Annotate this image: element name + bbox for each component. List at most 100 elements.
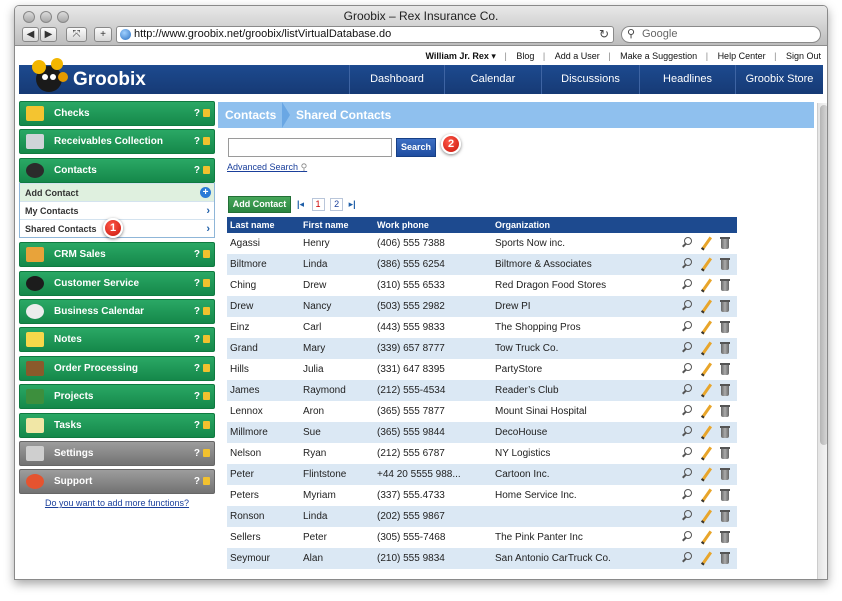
page-1-link[interactable]: 1 (311, 198, 325, 211)
delete-icon[interactable] (719, 404, 731, 418)
view-icon[interactable] (681, 299, 693, 313)
view-icon[interactable] (681, 320, 693, 334)
view-icon[interactable] (681, 341, 693, 355)
table-row[interactable]: Sellers Peter (305) 555-7468 The Pink Pante… (227, 527, 737, 548)
delete-icon[interactable] (719, 467, 731, 481)
help-icon[interactable]: ? (194, 414, 200, 437)
table-row[interactable]: Millmore Sue (365) 555 9844 DecoHouse (227, 422, 737, 443)
sidebar-item-order-processing[interactable]: Order Processing ? (19, 355, 215, 381)
delete-icon[interactable] (719, 257, 731, 271)
view-icon[interactable] (681, 404, 693, 418)
sidebar-item-projects[interactable]: Projects ? (19, 384, 215, 410)
table-row[interactable]: Seymour Alan (210) 555 9834 San Antonio Car… (227, 548, 737, 569)
add-bookmark-button[interactable]: + (94, 27, 112, 42)
view-icon[interactable] (681, 278, 693, 292)
table-row[interactable]: Biltmore Linda (386) 555 6254 Biltmore & As… (227, 254, 737, 275)
nav-tab-groobix-store[interactable]: Groobix Store (735, 65, 823, 94)
search-button[interactable]: Search (396, 138, 436, 157)
delete-icon[interactable] (719, 320, 731, 334)
scrollbar-thumb[interactable] (820, 105, 827, 445)
delete-icon[interactable] (719, 488, 731, 502)
view-icon[interactable] (681, 236, 693, 250)
advanced-search-link[interactable]: Advanced Search ⚲ (227, 162, 307, 173)
blog-link[interactable]: Blog (516, 51, 534, 61)
make-suggestion-link[interactable]: Make a Suggestion (620, 51, 697, 61)
edit-icon[interactable] (700, 530, 712, 544)
vertical-scrollbar[interactable] (817, 103, 827, 579)
delete-icon[interactable] (719, 341, 731, 355)
edit-icon[interactable] (700, 425, 712, 439)
add-contact-button[interactable]: Add Contact (228, 196, 291, 213)
table-row[interactable]: Ching Drew (310) 555 6533 Red Dragon Food S… (227, 275, 737, 296)
sidebar-item-business-calendar[interactable]: Business Calendar ? (19, 298, 215, 324)
table-row[interactable]: Ronson Linda (202) 555 9867 (227, 506, 737, 527)
edit-icon[interactable] (700, 404, 712, 418)
sidebar-item-notes[interactable]: Notes ? (19, 327, 215, 353)
view-icon[interactable] (681, 383, 693, 397)
edit-icon[interactable] (700, 488, 712, 502)
add-more-functions-link[interactable]: Do you want to add more functions? (19, 498, 215, 508)
edit-icon[interactable] (700, 320, 712, 334)
delete-icon[interactable] (719, 383, 731, 397)
sidebar-item-customer-service[interactable]: Customer Service ? (19, 270, 215, 296)
last-page-icon[interactable]: ▸| (349, 199, 356, 210)
nav-tab-discussions[interactable]: Discussions (541, 65, 639, 94)
edit-icon[interactable] (700, 551, 712, 565)
nav-tab-headlines[interactable]: Headlines (639, 65, 735, 94)
submenu-my-contacts[interactable]: My Contacts › (20, 201, 214, 219)
delete-icon[interactable] (719, 278, 731, 292)
forward-button[interactable]: ▶ (40, 27, 57, 42)
view-icon[interactable] (681, 530, 693, 544)
first-page-icon[interactable]: |◂ (297, 199, 304, 210)
help-icon[interactable]: ? (194, 102, 200, 125)
sidebar-item-settings[interactable]: Settings ? (19, 440, 215, 466)
edit-icon[interactable] (700, 278, 712, 292)
logo-text[interactable]: Groobix (73, 69, 146, 91)
delete-icon[interactable] (719, 299, 731, 313)
help-icon[interactable]: ? (194, 328, 200, 351)
table-row[interactable]: Hills Julia (331) 647 8395 PartyStore (227, 359, 737, 380)
table-row[interactable]: Drew Nancy (503) 555 2982 Drew PI (227, 296, 737, 317)
view-icon[interactable] (681, 446, 693, 460)
view-icon[interactable] (681, 362, 693, 376)
help-icon[interactable]: ? (194, 130, 200, 153)
address-bar[interactable]: http://www.groobix.net/groobix/listVirtu… (116, 26, 614, 43)
delete-icon[interactable] (719, 530, 731, 544)
help-icon[interactable]: ? (194, 300, 200, 323)
nav-tab-dashboard[interactable]: Dashboard (349, 65, 444, 94)
sidebar-item-crm-sales[interactable]: CRM Sales ? (19, 242, 215, 268)
sidebar-item-tasks[interactable]: Tasks ? (19, 412, 215, 438)
edit-icon[interactable] (700, 341, 712, 355)
delete-icon[interactable] (719, 362, 731, 376)
view-icon[interactable] (681, 257, 693, 271)
help-icon[interactable]: ? (194, 243, 200, 266)
delete-icon[interactable] (719, 236, 731, 250)
delete-icon[interactable] (719, 509, 731, 523)
nav-tab-calendar[interactable]: Calendar (444, 65, 541, 94)
edit-icon[interactable] (700, 236, 712, 250)
table-row[interactable]: Peters Myriam (337) 555.4733 Home Service I… (227, 485, 737, 506)
table-row[interactable]: Peter Flintstone +44 20 5555 988... Cartoon… (227, 464, 737, 485)
edit-icon[interactable] (700, 299, 712, 313)
view-icon[interactable] (681, 488, 693, 502)
column-header-first-name[interactable]: First name (303, 217, 375, 233)
delete-icon[interactable] (719, 425, 731, 439)
sidebar-item-contacts[interactable]: Contacts ? (19, 157, 215, 183)
edit-icon[interactable] (700, 362, 712, 376)
help-icon[interactable]: ? (194, 159, 200, 182)
view-icon[interactable] (681, 509, 693, 523)
breadcrumb-contacts[interactable]: Contacts (225, 102, 276, 128)
edit-icon[interactable] (700, 383, 712, 397)
add-icon[interactable]: + (200, 187, 211, 199)
table-row[interactable]: Lennox Aron (365) 555 7877 Mount Sinai Hosp… (227, 401, 737, 422)
delete-icon[interactable] (719, 446, 731, 460)
delete-icon[interactable] (719, 551, 731, 565)
table-row[interactable]: Agassi Henry (406) 555 7388 Sports Now inc. (227, 233, 737, 254)
sidebar-item-checks[interactable]: Checks ? (19, 101, 215, 126)
back-button[interactable]: ◀ (22, 27, 39, 42)
sidebar-item-support[interactable]: Support ? (19, 469, 215, 495)
sign-out-link[interactable]: Sign Out (786, 51, 821, 61)
table-row[interactable]: Einz Carl (443) 555 9833 The Shopping Pros (227, 317, 737, 338)
submenu-add-contact[interactable]: Add Contact + (20, 183, 214, 202)
sidebar-item-receivables-collection[interactable]: Receivables Collection ? (19, 129, 215, 155)
